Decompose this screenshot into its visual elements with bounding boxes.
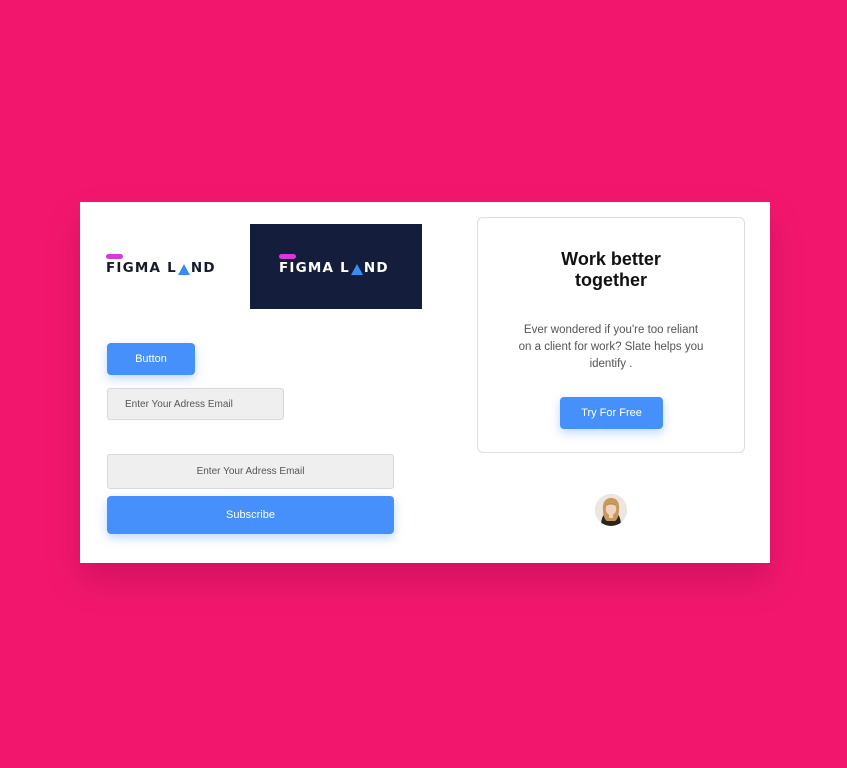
promo-description: Ever wondered if you're too reliant on a… (518, 324, 704, 370)
avatar[interactable] (595, 494, 627, 526)
logo-text-start: FIGMA L (106, 260, 177, 276)
figma-land-logo-dark: FIGMA L ND (279, 254, 389, 276)
promo-title: Work better together (561, 249, 661, 290)
promo-card: Work better together Ever wondered if yo… (477, 217, 745, 453)
triangle-icon (177, 263, 190, 275)
logo-text-start: FIGMA L (279, 260, 350, 276)
logo-mark-bar (106, 254, 123, 259)
subscribe-button[interactable]: Subscribe (107, 496, 394, 534)
logo-text-end: ND (363, 260, 389, 276)
figma-land-logo-light: FIGMA L ND (106, 254, 216, 276)
email-input-wide[interactable]: Enter Your Adress Email (107, 454, 394, 489)
logo-mark-bar (279, 254, 296, 259)
component-card: FIGMA L ND FIGMA L ND Button Enter Your Ad… (80, 202, 770, 563)
try-for-free-button[interactable]: Try For Free (560, 397, 663, 429)
triangle-icon (350, 263, 363, 275)
logo-dark-panel: FIGMA L ND (250, 224, 422, 309)
email-input-short[interactable]: Enter Your Adress Email (107, 388, 284, 420)
primary-button[interactable]: Button (107, 343, 195, 375)
logo-wordmark: FIGMA L ND (279, 260, 389, 276)
logo-text-end: ND (190, 260, 216, 276)
logo-wordmark: FIGMA L ND (106, 260, 216, 276)
user-avatar-icon (595, 494, 627, 526)
